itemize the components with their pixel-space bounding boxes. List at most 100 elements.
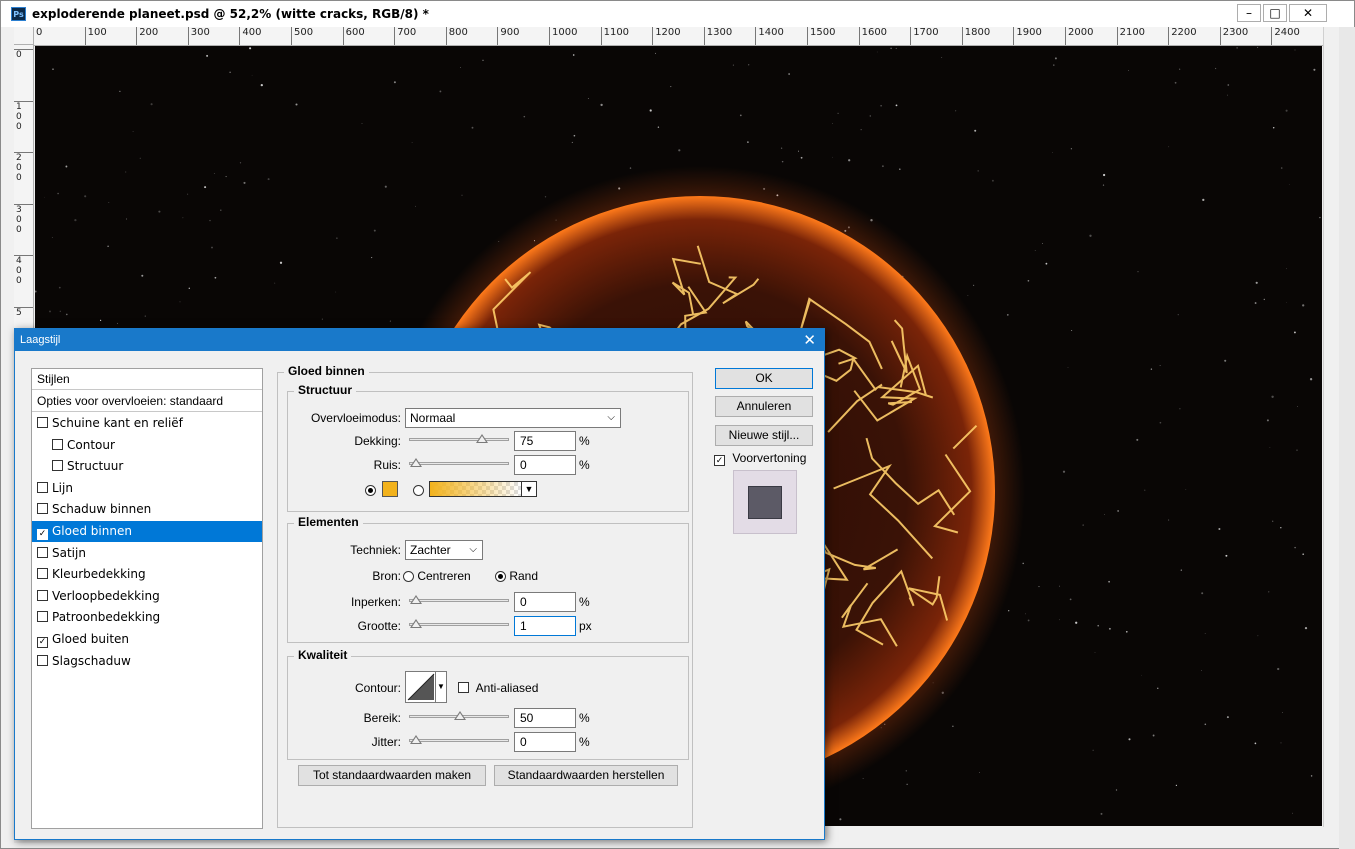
- style-checkbox[interactable]: [52, 438, 63, 450]
- style-checkbox[interactable]: [37, 417, 48, 428]
- title-bar[interactable]: Ps exploderende planeet.psd @ 52,2% (wit…: [1, 1, 1354, 27]
- maximize-button[interactable]: □: [1263, 4, 1287, 22]
- star: [1108, 627, 1111, 630]
- style-checkbox[interactable]: [37, 611, 48, 623]
- blend-options-item[interactable]: Opties voor overvloeien: standaard: [32, 391, 262, 412]
- style-item-kleurbedekking[interactable]: Kleurbedekking: [32, 564, 262, 585]
- star: [1185, 489, 1187, 490]
- star: [1097, 624, 1099, 627]
- style-item-gloed-binnen[interactable]: ✓ Gloed binnen: [32, 521, 262, 542]
- size-input[interactable]: 1: [514, 616, 576, 636]
- range-input[interactable]: 50: [514, 708, 576, 728]
- size-slider[interactable]: [409, 619, 509, 628]
- slider-thumb[interactable]: [476, 434, 488, 443]
- style-checkbox[interactable]: [37, 568, 48, 580]
- noise-slider[interactable]: [409, 458, 509, 467]
- star: [572, 54, 575, 56]
- style-item-patroonbedekking[interactable]: Patroonbedekking: [32, 607, 262, 628]
- blend-mode-select[interactable]: Normaal ⌵: [405, 408, 621, 428]
- preview-option[interactable]: ✓ Voorvertoning: [714, 451, 806, 466]
- ruler-origin[interactable]: [14, 27, 34, 45]
- ok-button[interactable]: OK: [715, 368, 813, 389]
- star: [1268, 591, 1270, 593]
- glow-color-swatch[interactable]: [382, 481, 398, 497]
- style-checkbox[interactable]: [37, 589, 48, 601]
- star: [657, 126, 660, 128]
- new-style-button[interactable]: Nieuwe stijl...: [715, 425, 813, 446]
- dialog-title-bar[interactable]: Laagstijl ✕: [15, 329, 824, 351]
- style-item-structuur[interactable]: Structuur: [32, 456, 262, 477]
- noise-input[interactable]: 0: [514, 455, 576, 475]
- star: [1168, 519, 1170, 521]
- ruler-tick-label: 1100: [600, 27, 629, 45]
- center-label: Centreren: [417, 569, 471, 583]
- star: [1319, 216, 1321, 219]
- choke-input[interactable]: 0: [514, 592, 576, 612]
- star: [895, 47, 897, 49]
- star: [1128, 69, 1129, 71]
- gradient-dropdown-icon[interactable]: ▼: [521, 482, 536, 496]
- style-item-contour[interactable]: Contour: [32, 435, 262, 456]
- style-checkbox[interactable]: [37, 481, 48, 493]
- style-item-schuine-kant-en-reli-f[interactable]: Schuine kant en reliëf: [32, 413, 262, 434]
- slider-thumb[interactable]: [410, 735, 422, 744]
- ruler-tick-label: 300: [187, 27, 210, 45]
- dialog-close-icon[interactable]: ✕: [803, 331, 816, 349]
- style-item-satijn[interactable]: Satijn: [32, 543, 262, 564]
- reset-default-button[interactable]: Standaardwaarden herstellen: [494, 765, 678, 786]
- style-checkbox[interactable]: [37, 654, 48, 666]
- minimize-button[interactable]: –: [1237, 4, 1261, 22]
- contour-dropdown-icon[interactable]: ▼: [435, 672, 446, 702]
- range-unit: %: [579, 711, 590, 725]
- style-item-schaduw-binnen[interactable]: Schaduw binnen: [32, 499, 262, 520]
- style-item-slagschaduw[interactable]: Slagschaduw: [32, 651, 262, 672]
- right-panel-edge: [1339, 27, 1355, 849]
- star: [649, 109, 652, 112]
- star: [1179, 68, 1181, 70]
- jitter-input[interactable]: 0: [514, 732, 576, 752]
- ruler-tick-label: 1000: [549, 27, 577, 45]
- slider-thumb[interactable]: [454, 711, 466, 720]
- style-item-verloopbedekking[interactable]: Verloopbedekking: [32, 586, 262, 607]
- style-checkbox[interactable]: [37, 546, 48, 558]
- style-checkbox[interactable]: ✓: [37, 637, 48, 648]
- panel-title: Gloed binnen: [284, 364, 369, 378]
- preview-checkbox[interactable]: ✓: [714, 455, 725, 466]
- style-item-gloed-buiten[interactable]: ✓ Gloed buiten: [32, 629, 262, 650]
- cancel-button[interactable]: Annuleren: [715, 396, 813, 417]
- blend-mode-label: Overvloeimodus:: [310, 411, 401, 425]
- solid-color-radio[interactable]: [365, 485, 376, 496]
- star: [788, 73, 790, 75]
- horizontal-ruler[interactable]: 0 100 200 300 400 500 600 700 800 900 1000 1100 1200…: [34, 27, 1324, 46]
- anti-aliased-option[interactable]: Anti-aliased: [458, 681, 538, 695]
- opacity-input[interactable]: 75: [514, 431, 576, 451]
- make-default-button[interactable]: Tot standaardwaarden maken: [298, 765, 486, 786]
- technique-select[interactable]: Zachter ⌵: [405, 540, 483, 560]
- choke-slider[interactable]: [409, 595, 509, 604]
- opacity-slider[interactable]: [409, 434, 509, 443]
- ruler-tick-label: 800: [445, 27, 468, 45]
- source-center-option[interactable]: Centreren: [403, 569, 471, 583]
- star: [1103, 514, 1105, 515]
- style-checkbox[interactable]: [52, 460, 63, 472]
- styles-header[interactable]: Stijlen: [32, 369, 262, 390]
- contour-picker[interactable]: ▼: [405, 671, 447, 703]
- star: [670, 86, 672, 88]
- style-checkbox[interactable]: [37, 503, 48, 515]
- style-item-lijn[interactable]: Lijn: [32, 478, 262, 499]
- chevron-down-icon: ⌵: [469, 544, 477, 555]
- glow-gradient-picker[interactable]: ▼: [429, 481, 537, 497]
- slider-thumb[interactable]: [410, 619, 423, 628]
- jitter-slider[interactable]: [409, 735, 509, 744]
- anti-aliased-checkbox[interactable]: [458, 682, 469, 693]
- slider-thumb[interactable]: [410, 595, 422, 604]
- gradient-radio[interactable]: [413, 485, 424, 496]
- slider-thumb[interactable]: [410, 458, 422, 467]
- style-checkbox[interactable]: ✓: [37, 529, 48, 540]
- center-radio[interactable]: [403, 571, 414, 582]
- source-edge-option[interactable]: Rand: [495, 569, 538, 583]
- edge-radio[interactable]: [495, 571, 506, 582]
- close-window-button[interactable]: ✕: [1289, 4, 1327, 22]
- vertical-scrollbar[interactable]: [1323, 27, 1340, 827]
- range-slider[interactable]: [409, 711, 509, 720]
